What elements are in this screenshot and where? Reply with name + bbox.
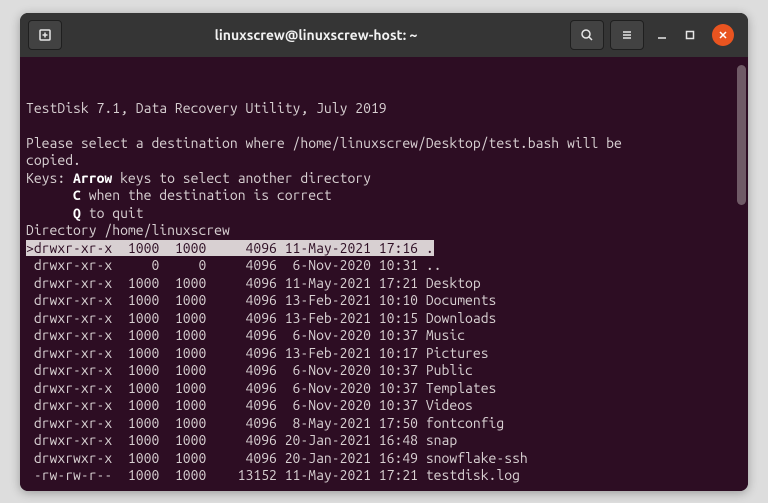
keys-c-text: when the destination is correct xyxy=(81,187,332,203)
search-button[interactable] xyxy=(570,20,604,50)
list-item[interactable]: drwxr-xr-x 1000 1000 4096 6-Nov-2020 10:… xyxy=(26,362,742,380)
instruction-line-2: copied. xyxy=(26,152,81,168)
list-item[interactable]: drwxr-xr-x 0 0 4096 6-Nov-2020 10:31 .. xyxy=(26,257,742,275)
keys-arrow: Arrow xyxy=(73,170,112,186)
keys-q-text: to quit xyxy=(81,205,144,221)
keys-label: Keys: xyxy=(26,170,65,186)
list-item[interactable]: drwxr-xr-x 1000 1000 4096 13-Feb-2021 10… xyxy=(26,292,742,310)
minimize-button[interactable] xyxy=(656,29,668,41)
window-title: linuxscrew@linuxscrew-host: ~ xyxy=(68,27,564,43)
terminal-content[interactable]: TestDisk 7.1, Data Recovery Utility, Jul… xyxy=(20,57,748,491)
terminal-window: linuxscrew@linuxscrew-host: ~ TestDisk 7… xyxy=(20,13,748,491)
app-header: TestDisk 7.1, Data Recovery Utility, Jul… xyxy=(26,100,387,116)
close-button[interactable] xyxy=(712,24,734,46)
list-item[interactable]: drwxr-xr-x 1000 1000 4096 13-Feb-2021 10… xyxy=(26,310,742,328)
window-controls xyxy=(650,24,740,46)
scrollbar[interactable] xyxy=(737,65,746,205)
list-item[interactable]: drwxr-xr-x 1000 1000 4096 8-May-2021 17:… xyxy=(26,415,742,433)
list-item[interactable]: drwxr-xr-x 1000 1000 4096 11-May-2021 17… xyxy=(26,275,742,293)
directory-path: Directory /home/linuxscrew xyxy=(26,222,230,238)
keys-q: Q xyxy=(73,205,81,221)
list-item[interactable]: drwxr-xr-x 1000 1000 4096 20-Jan-2021 16… xyxy=(26,432,742,450)
menu-button[interactable] xyxy=(610,20,644,50)
file-listing[interactable]: >drwxr-xr-x 1000 1000 4096 11-May-2021 1… xyxy=(26,240,742,485)
new-tab-button[interactable] xyxy=(28,20,62,50)
list-item[interactable]: drwxrwxr-x 1000 1000 4096 20-Jan-2021 16… xyxy=(26,450,742,468)
list-item[interactable]: >drwxr-xr-x 1000 1000 4096 11-May-2021 1… xyxy=(26,240,742,258)
list-item[interactable]: -rw-rw-r-- 1000 1000 13152 11-May-2021 1… xyxy=(26,467,742,485)
list-item[interactable]: drwxr-xr-x 1000 1000 4096 6-Nov-2020 10:… xyxy=(26,397,742,415)
keys-arrow-text: keys to select another directory xyxy=(112,170,371,186)
list-item[interactable]: drwxr-xr-x 1000 1000 4096 6-Nov-2020 10:… xyxy=(26,327,742,345)
maximize-button[interactable] xyxy=(684,29,696,41)
keys-c: C xyxy=(73,187,81,203)
instruction-line-1: Please select a destination where /home/… xyxy=(26,135,622,151)
titlebar: linuxscrew@linuxscrew-host: ~ xyxy=(20,13,748,57)
list-item[interactable]: drwxr-xr-x 1000 1000 4096 6-Nov-2020 10:… xyxy=(26,380,742,398)
list-item[interactable]: drwxr-xr-x 1000 1000 4096 13-Feb-2021 10… xyxy=(26,345,742,363)
